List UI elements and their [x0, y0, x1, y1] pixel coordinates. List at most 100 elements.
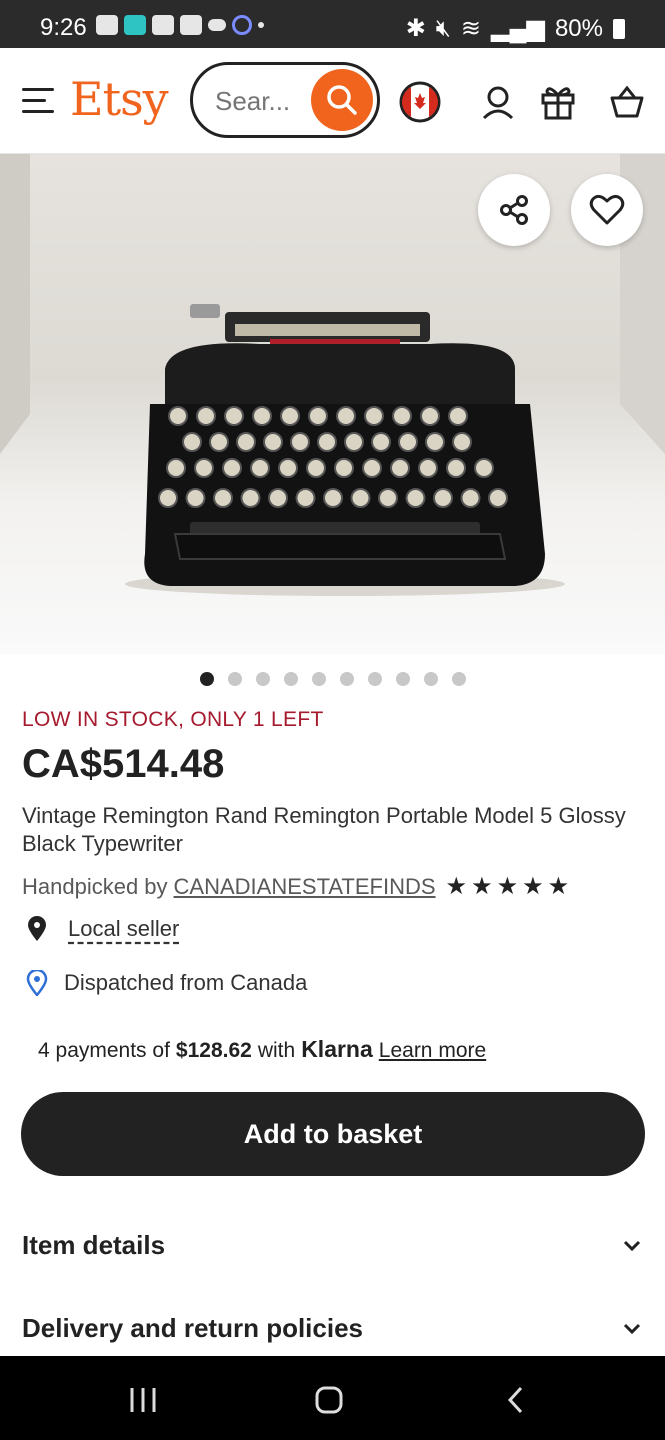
search-icon: [327, 85, 357, 115]
app-notification-icon: [152, 15, 174, 35]
etsy-logo[interactable]: Etsy: [70, 72, 169, 126]
gifts-button[interactable]: [536, 80, 580, 124]
typewriter-key: [460, 488, 481, 508]
signal-icon: ▂▄▆: [491, 15, 545, 42]
typewriter-key: [344, 432, 364, 452]
typewriter-key: [398, 432, 418, 452]
ring-app-icon: [232, 15, 252, 35]
typewriter-key: [182, 432, 202, 452]
share-button[interactable]: [478, 174, 550, 246]
star-icon: ★: [496, 873, 519, 900]
carousel-dot[interactable]: [312, 672, 326, 686]
klarna-payments: 4 payments of $128.62 with Klarna Learn …: [38, 1036, 486, 1063]
menu-button[interactable]: [22, 88, 54, 114]
chevron-down-icon: [623, 1240, 641, 1251]
location-pin-icon: [28, 916, 46, 941]
typewriter-photo: [0, 154, 665, 596]
typewriter-key: [224, 406, 244, 426]
menu-icon-bar: [22, 99, 46, 102]
typewriter-key: [308, 406, 328, 426]
carousel-dot[interactable]: [200, 672, 214, 686]
typewriter-key: [236, 432, 256, 452]
star-icon: ★: [445, 873, 468, 900]
typewriter-key: [392, 406, 412, 426]
carousel-dot[interactable]: [452, 672, 466, 686]
carousel-dot[interactable]: [424, 672, 438, 686]
carousel-dot[interactable]: [284, 672, 298, 686]
typewriter-key: [222, 458, 242, 478]
carousel-dot[interactable]: [368, 672, 382, 686]
typewriter-key: [240, 488, 261, 508]
klarna-with: with: [257, 1039, 296, 1062]
typewriter-key: [334, 458, 354, 478]
recent-apps-button[interactable]: [123, 1380, 163, 1420]
carousel-dot[interactable]: [396, 672, 410, 686]
battery-icon: [613, 18, 625, 39]
heart-icon: [589, 194, 625, 225]
app-notification-icon: [96, 15, 118, 35]
app-notification-icon: [124, 15, 146, 35]
wifi-icon: ≋: [460, 15, 482, 42]
region-button[interactable]: [398, 80, 442, 124]
learn-more-link[interactable]: Learn more: [379, 1039, 486, 1063]
typewriter-key: [474, 458, 494, 478]
menu-icon-bar: [22, 110, 54, 113]
typewriter-key: [446, 458, 466, 478]
back-icon: [507, 1386, 523, 1414]
delivery-policies-section[interactable]: Delivery and return policies: [22, 1313, 642, 1344]
gift-icon: [541, 87, 575, 120]
menu-icon: [22, 88, 54, 91]
chevron-down-icon: [623, 1323, 641, 1334]
typewriter-key: [213, 488, 233, 508]
klarna-prefix: 4 payments of: [38, 1039, 170, 1062]
typewriter-key: [250, 458, 270, 478]
carousel-dot[interactable]: [340, 672, 354, 686]
stock-notice: LOW IN STOCK, ONLY 1 LEFT: [22, 708, 324, 731]
seller-link[interactable]: CANADIANESTATEFINDS: [174, 874, 436, 900]
add-to-basket-button[interactable]: Add to basket: [21, 1092, 645, 1176]
back-button[interactable]: [496, 1380, 536, 1420]
typewriter-key: [278, 458, 298, 478]
item-details-section[interactable]: Item details: [22, 1230, 642, 1261]
favorite-button[interactable]: [571, 174, 643, 246]
search-box[interactable]: [190, 62, 380, 138]
dispatch-row: Dispatched from Canada: [26, 970, 307, 996]
dispatch-location-icon: [26, 970, 48, 996]
price: CA$514.48: [22, 742, 225, 786]
star-icon: ★: [471, 873, 493, 900]
image-carousel-dots: [200, 672, 466, 686]
typewriter-key: [371, 432, 391, 452]
product-image[interactable]: [0, 154, 665, 654]
typewriter-key: [323, 488, 343, 508]
user-icon: [482, 86, 514, 120]
home-button[interactable]: [309, 1380, 349, 1420]
system-nav-bar: [0, 1356, 665, 1440]
typewriter-key: [390, 458, 410, 478]
typewriter-key: [405, 488, 426, 508]
recent-apps-icon: [130, 1388, 156, 1412]
local-seller-row: Local seller: [26, 916, 179, 942]
system-icons: ✱ 🔇︎ ≋ ▂▄▆ 80%: [406, 14, 625, 43]
local-seller-link[interactable]: Local seller: [68, 916, 179, 942]
star-icon: ★: [547, 873, 570, 900]
typewriter-key: [166, 458, 186, 478]
basket-button[interactable]: [605, 80, 649, 124]
account-button[interactable]: [476, 80, 520, 124]
status-time: 9:26: [40, 14, 87, 41]
typewriter-key: [306, 458, 326, 478]
bluetooth-icon: ✱: [405, 15, 426, 42]
typewriter-key: [194, 458, 214, 478]
seller-row: Handpicked by CANADIANESTATEFINDS ★ ★ ★ ★ ★: [22, 872, 569, 901]
typewriter-key: [433, 488, 453, 508]
search-button[interactable]: [311, 69, 373, 131]
site-header: Etsy: [0, 48, 665, 154]
more-notifications-icon: [258, 22, 264, 28]
cloud-icon: [208, 19, 226, 31]
basket-icon: [610, 85, 644, 118]
search-input[interactable]: [215, 85, 305, 117]
typewriter-key: [158, 488, 178, 508]
typewriter-key: [364, 406, 384, 426]
seller-rating: ★ ★ ★ ★ ★: [446, 872, 570, 901]
carousel-dot[interactable]: [256, 672, 270, 686]
carousel-dot[interactable]: [228, 672, 242, 686]
